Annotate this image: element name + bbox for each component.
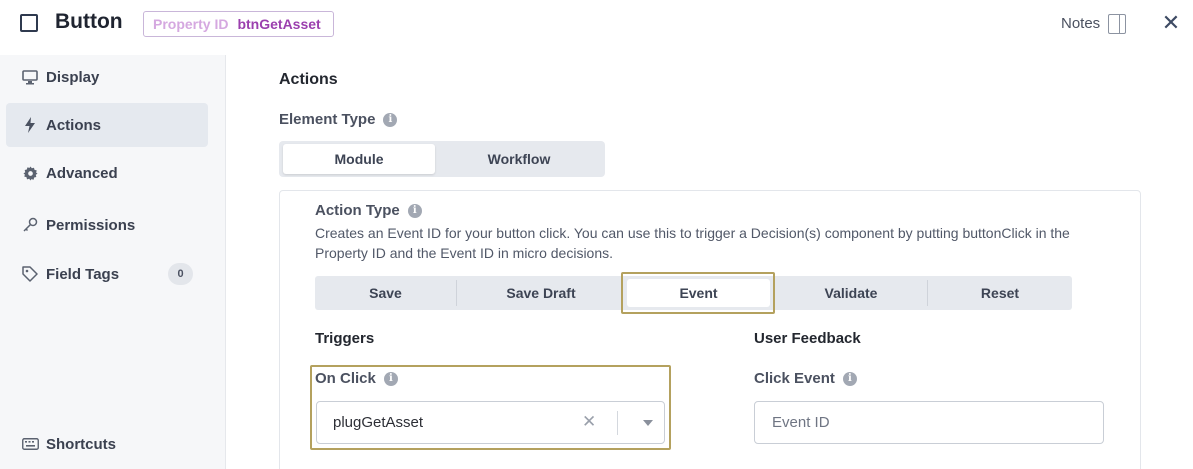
on-click-select-value: plugGetAsset bbox=[333, 414, 424, 431]
sidebar-item-actions[interactable]: Actions bbox=[6, 103, 208, 147]
notes-panel-icon[interactable] bbox=[1108, 14, 1126, 34]
select-divider bbox=[617, 411, 618, 435]
property-id-label: Property ID bbox=[153, 16, 229, 32]
element-type-segmented-control: Module Workflow bbox=[279, 141, 605, 177]
page-title: Button bbox=[55, 10, 123, 33]
close-icon[interactable]: ✕ bbox=[1160, 11, 1182, 35]
sidebar-item-label: Display bbox=[46, 68, 100, 86]
sidebar-item-permissions[interactable]: Permissions bbox=[6, 203, 208, 247]
keyboard-icon bbox=[21, 435, 39, 453]
header: Button Property ID btnGetAsset Notes ✕ bbox=[0, 0, 1193, 48]
click-event-label-text: Click Event bbox=[754, 370, 835, 387]
sidebar-item-label: Permissions bbox=[46, 216, 136, 234]
on-click-select[interactable]: plugGetAsset ✕ bbox=[316, 401, 665, 444]
gear-icon bbox=[21, 164, 39, 182]
info-icon[interactable]: i bbox=[842, 371, 857, 386]
sidebar-item-advanced[interactable]: Advanced bbox=[6, 151, 208, 195]
tag-icon bbox=[21, 265, 39, 283]
sidebar-item-field-tags[interactable]: Field Tags 0 bbox=[6, 252, 208, 296]
click-event-input[interactable] bbox=[754, 401, 1104, 444]
element-type-label: Element Type i bbox=[279, 111, 398, 128]
element-type-workflow-button[interactable]: Workflow bbox=[439, 144, 599, 174]
section-title-actions: Actions bbox=[279, 71, 338, 88]
sidebar-item-label: Advanced bbox=[46, 164, 118, 182]
triggers-title: Triggers bbox=[315, 330, 375, 347]
info-icon[interactable]: i bbox=[383, 371, 398, 386]
action-type-description: Creates an Event ID for your button clic… bbox=[315, 225, 1070, 261]
user-feedback-title: User Feedback bbox=[754, 330, 861, 347]
event-tab-highlight bbox=[621, 272, 775, 314]
bolt-icon bbox=[21, 116, 39, 134]
info-icon[interactable]: i bbox=[383, 112, 398, 127]
field-tags-count-badge: 0 bbox=[168, 263, 193, 285]
property-id-badge[interactable]: Property ID btnGetAsset bbox=[143, 11, 334, 37]
sidebar-item-label: Shortcuts bbox=[46, 435, 117, 453]
element-type-module-button[interactable]: Module bbox=[283, 144, 435, 174]
sidebar-item-label: Actions bbox=[46, 116, 102, 134]
monitor-icon bbox=[21, 68, 39, 86]
action-type-label-text: Action Type bbox=[315, 202, 400, 219]
action-type-label: Action Type i bbox=[315, 202, 422, 219]
click-event-label: Click Event i bbox=[754, 370, 857, 387]
sidebar-item-display[interactable]: Display bbox=[6, 55, 208, 99]
tab-save[interactable]: Save bbox=[315, 276, 456, 310]
on-click-label-text: On Click bbox=[315, 370, 376, 387]
property-id-value: btnGetAsset bbox=[237, 16, 321, 32]
element-type-label-text: Element Type bbox=[279, 111, 376, 128]
sidebar: Display Actions Advanced Permissions Fie… bbox=[0, 55, 226, 469]
tab-reset[interactable]: Reset bbox=[928, 276, 1072, 310]
tab-validate[interactable]: Validate bbox=[775, 276, 927, 310]
key-icon bbox=[21, 216, 39, 234]
on-click-label: On Click i bbox=[315, 370, 398, 387]
sidebar-item-label: Field Tags bbox=[46, 265, 120, 283]
info-icon[interactable]: i bbox=[407, 203, 422, 218]
sidebar-item-shortcuts[interactable]: Shortcuts bbox=[6, 422, 208, 466]
tab-save-draft[interactable]: Save Draft bbox=[457, 276, 625, 310]
notes-label[interactable]: Notes bbox=[1061, 15, 1100, 32]
chevron-down-icon[interactable] bbox=[643, 420, 653, 426]
select-checkbox[interactable] bbox=[20, 14, 38, 32]
clear-icon[interactable]: ✕ bbox=[582, 412, 596, 432]
